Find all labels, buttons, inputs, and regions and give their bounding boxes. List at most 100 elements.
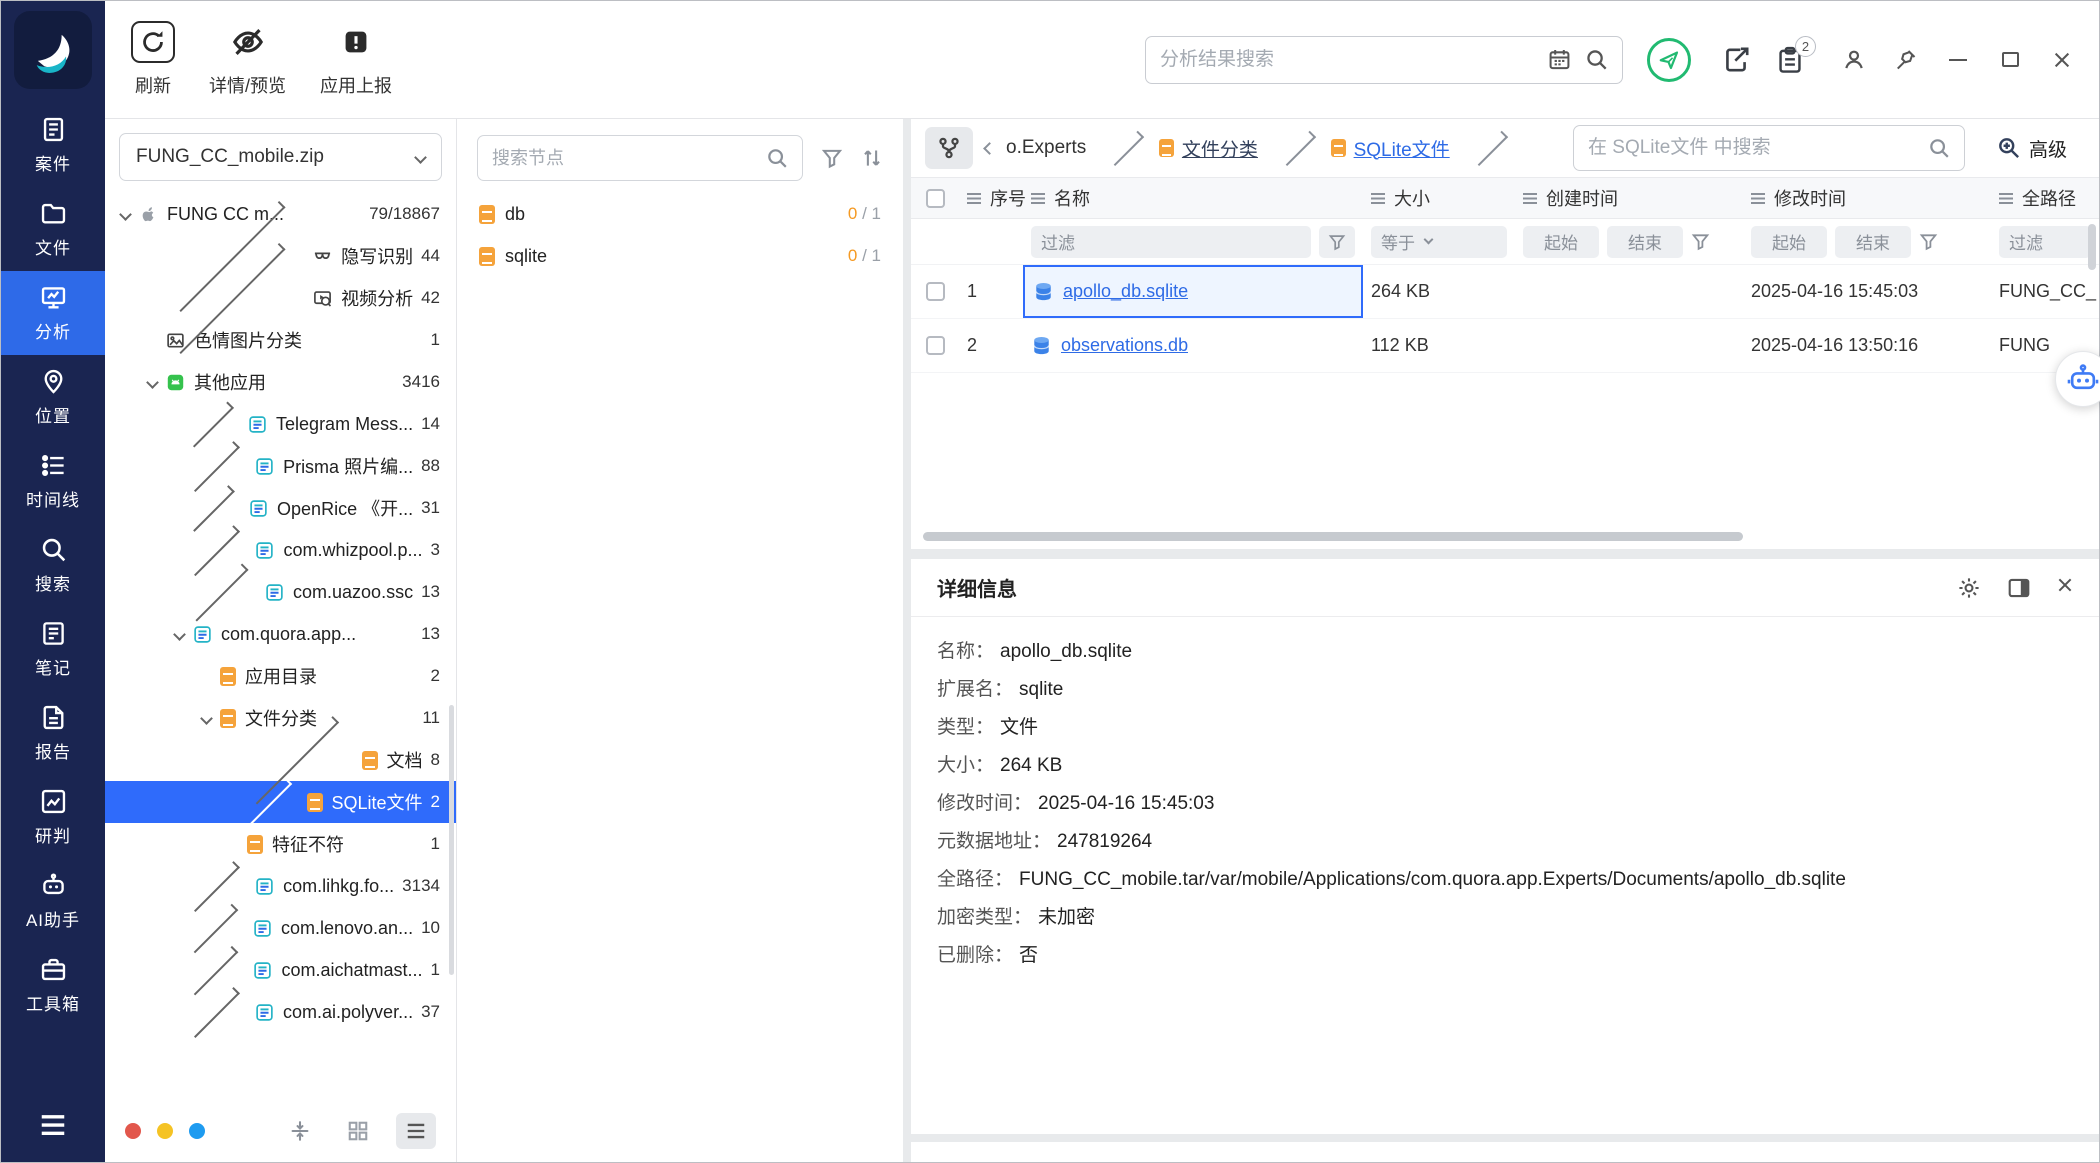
search-icon[interactable] (766, 147, 788, 169)
column-header[interactable]: 名称 (1023, 185, 1363, 211)
tree-node[interactable]: Telegram Mess...14 (105, 403, 456, 445)
sidebar-item-toolbox[interactable]: 工具箱 (1, 943, 105, 1027)
file-link[interactable]: observations.db (1061, 335, 1188, 356)
folder-search[interactable] (1573, 125, 1965, 171)
user-button[interactable] (1843, 49, 1865, 71)
tree-node[interactable]: OpenRice 《开...31 (105, 487, 456, 529)
name-filter-input[interactable]: 过滤 (1031, 226, 1311, 258)
collapse-all-button[interactable] (280, 1113, 320, 1149)
table-row[interactable]: 1apollo_db.sqlite264 KB2025-04-16 15:45:… (911, 265, 2099, 319)
evidence-source-select[interactable]: FUNG_CC_mobile.zip (119, 133, 442, 181)
row-checkbox[interactable] (926, 336, 945, 355)
horizontal-scrollbar[interactable] (923, 532, 1743, 541)
chevron-down-icon[interactable] (200, 712, 213, 725)
menu-button[interactable] (38, 1110, 68, 1140)
tree-node[interactable]: 视频分析42 (105, 277, 456, 319)
filter-button[interactable] (821, 147, 843, 169)
refresh-button[interactable]: 刷新 (131, 21, 175, 98)
pin-button[interactable] (1895, 49, 1917, 71)
chevron-right-icon[interactable] (189, 945, 239, 995)
calendar-icon[interactable] (1548, 48, 1571, 71)
tree-node[interactable]: com.quora.app...13 (105, 613, 456, 655)
folder-search-input[interactable] (1588, 137, 1918, 159)
chevron-down-icon[interactable] (119, 208, 132, 221)
tree-view-toggle-button[interactable] (925, 127, 973, 169)
node-list-item[interactable]: sqlite0 / 1 (457, 235, 903, 277)
preview-toggle-button[interactable]: 详情/预览 (209, 21, 286, 98)
tree-scrollbar[interactable] (449, 705, 454, 975)
column-header[interactable]: 序号 (959, 185, 1023, 211)
tree-node[interactable]: com.aichatmast...1 (105, 949, 456, 991)
tree-node[interactable]: 隐写识别44 (105, 235, 456, 277)
sidebar-item-judge[interactable]: 研判 (1, 775, 105, 859)
tree-node[interactable]: com.ai.polyver...37 (105, 991, 456, 1033)
file-name-cell[interactable]: observations.db (1023, 319, 1363, 372)
created-start-filter[interactable]: 起始 (1523, 226, 1599, 258)
tasks-button[interactable]: 2 (1776, 46, 1804, 74)
column-header[interactable]: 修改时间 (1743, 185, 1991, 211)
created-filter-button[interactable] (1691, 232, 1710, 251)
sidebar-item-search[interactable]: 搜索 (1, 523, 105, 607)
tree-node[interactable]: com.lihkg.fo...3134 (105, 865, 456, 907)
breadcrumb-item-folder-class[interactable]: 文件分类 (1159, 135, 1258, 162)
tree-node[interactable]: com.lenovo.an...10 (105, 907, 456, 949)
sort-button[interactable] (861, 147, 883, 169)
row-checkbox[interactable] (926, 282, 945, 301)
breadcrumb-root[interactable]: o.Experts (1006, 137, 1086, 159)
sidebar-item-ai-assistant[interactable]: AI助手 (1, 859, 105, 943)
red-dot-filter[interactable] (125, 1123, 141, 1139)
modified-filter-button[interactable] (1919, 232, 1938, 251)
created-end-filter[interactable]: 结束 (1607, 226, 1683, 258)
export-button[interactable] (1722, 46, 1750, 74)
close-details-button[interactable] (2057, 577, 2073, 598)
modified-start-filter[interactable]: 起始 (1751, 226, 1827, 258)
minimize-button[interactable] (1947, 49, 1969, 71)
panel-layout-button[interactable] (2007, 576, 2031, 600)
send-button[interactable] (1647, 38, 1691, 82)
sidebar-item-report[interactable]: 报告 (1, 691, 105, 775)
node-list-item[interactable]: db0 / 1 (457, 193, 903, 235)
table-row[interactable]: 2observations.db112 KB2025-04-16 13:50:1… (911, 319, 2099, 373)
tree-node[interactable]: FUNG CC m...79/18867 (105, 193, 456, 235)
tree-node[interactable]: Prisma 照片编...88 (105, 445, 456, 487)
tree-node[interactable]: com.uazoo.ssc13 (105, 571, 456, 613)
size-filter-operator[interactable]: 等于 (1371, 226, 1507, 258)
column-header[interactable]: 大小 (1363, 185, 1515, 211)
chevron-right-icon[interactable] (188, 401, 234, 447)
global-search-input[interactable] (1160, 49, 1534, 71)
chevron-right-icon[interactable] (189, 987, 240, 1038)
sidebar-item-timeline[interactable]: 时间线 (1, 439, 105, 523)
blue-dot-filter[interactable] (189, 1123, 205, 1139)
settings-button[interactable] (1957, 576, 1981, 600)
global-search[interactable] (1145, 36, 1623, 84)
file-link[interactable]: apollo_db.sqlite (1063, 281, 1188, 302)
yellow-dot-filter[interactable] (157, 1123, 173, 1139)
tree-node[interactable]: 文件分类11 (105, 697, 456, 739)
column-header[interactable]: 全路径 (1991, 185, 2099, 211)
tree-node[interactable]: 文档8 (105, 739, 456, 781)
app-report-button[interactable]: 应用上报 (320, 21, 392, 98)
search-icon[interactable] (1585, 48, 1608, 71)
tree-node[interactable]: 应用目录2 (105, 655, 456, 697)
chevron-down-icon[interactable] (173, 628, 186, 641)
tree-node[interactable]: 其他应用3416 (105, 361, 456, 403)
advanced-search-button[interactable]: 高级 (1997, 135, 2067, 162)
breadcrumb-item-sqlite[interactable]: SQLite文件 (1331, 135, 1450, 162)
node-search-input[interactable] (492, 148, 756, 169)
sidebar-item-notes[interactable]: 笔记 (1, 607, 105, 691)
name-filter-button[interactable] (1319, 226, 1355, 258)
tree-node[interactable]: 特征不符1 (105, 823, 456, 865)
tree-node[interactable]: SQLite文件2 (105, 781, 456, 823)
back-chevron-icon[interactable] (983, 142, 996, 155)
file-name-cell[interactable]: apollo_db.sqlite (1023, 265, 1363, 318)
list-view-button[interactable] (396, 1113, 436, 1149)
sidebar-item-location[interactable]: 位置 (1, 355, 105, 439)
select-all-checkbox[interactable] (926, 189, 945, 208)
sidebar-item-case[interactable]: 案件 (1, 103, 105, 187)
tree-node[interactable]: com.whizpool.p...3 (105, 529, 456, 571)
close-button[interactable] (2051, 49, 2073, 71)
column-header[interactable]: 创建时间 (1515, 185, 1743, 211)
node-search[interactable] (477, 135, 803, 181)
grid-view-button[interactable] (338, 1113, 378, 1149)
chevron-right-icon[interactable] (189, 441, 240, 492)
